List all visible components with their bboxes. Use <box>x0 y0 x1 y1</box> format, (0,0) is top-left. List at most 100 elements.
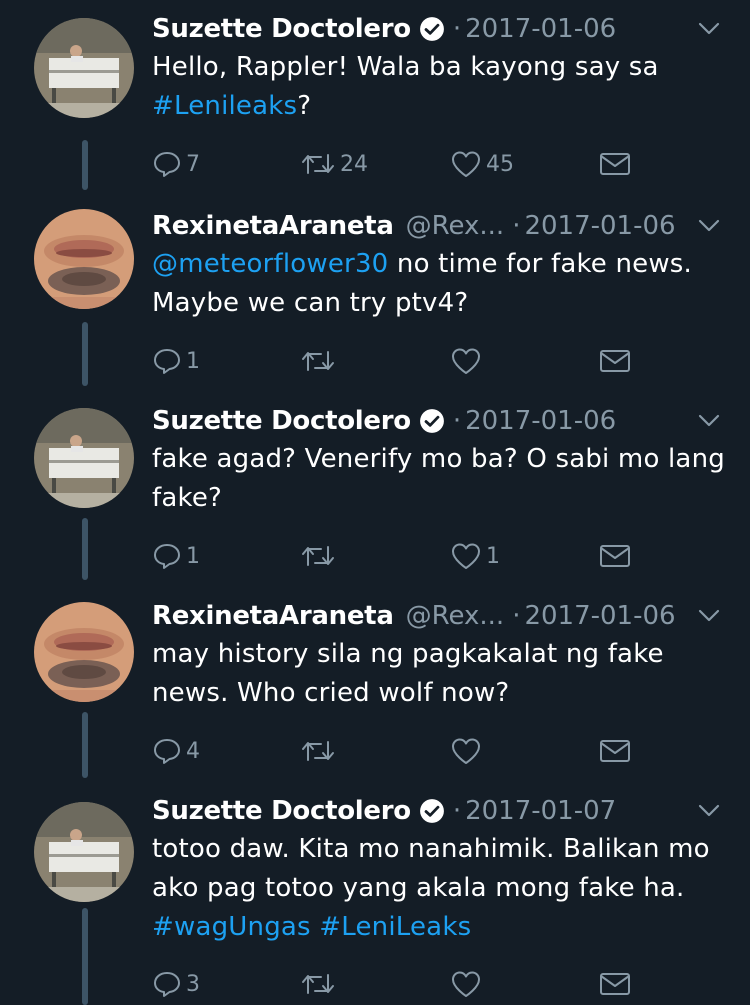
thread-line <box>82 712 88 778</box>
direct-message-button[interactable] <box>598 146 632 182</box>
tweet-header: RexinetaAraneta @Rex... · 2017-01-06 <box>152 207 730 245</box>
envelope-icon <box>600 740 630 762</box>
avatar[interactable] <box>34 602 134 702</box>
envelope-icon <box>600 350 630 372</box>
chevron-down-icon[interactable] <box>698 414 720 428</box>
separator: · <box>512 601 521 631</box>
hashtag-link[interactable]: #Lenileaks <box>152 91 297 121</box>
tweet-header: RexinetaAraneta @Rex... · 2017-01-06 <box>152 597 730 635</box>
direct-message-button[interactable] <box>598 733 632 769</box>
like-count: 1 <box>486 543 500 569</box>
reply-icon <box>154 152 180 177</box>
tweet-actions: 3 <box>152 966 652 1002</box>
tweet-date[interactable]: 2017-01-06 <box>524 211 675 241</box>
like-button[interactable] <box>450 343 486 379</box>
retweet-icon <box>302 351 334 371</box>
avatar[interactable] <box>34 18 134 118</box>
direct-message-button[interactable] <box>598 343 632 379</box>
retweet-icon <box>302 546 334 566</box>
heart-icon <box>452 738 480 764</box>
text-segment: totoo daw. Kita mo nanahimik. Balikan mo… <box>152 834 719 903</box>
reply-button[interactable]: 7 <box>152 146 200 182</box>
heart-icon <box>452 151 480 177</box>
reply-count: 1 <box>186 348 200 374</box>
chevron-down-icon[interactable] <box>698 22 720 36</box>
retweet-button[interactable] <box>300 538 340 574</box>
retweet-icon <box>302 741 334 761</box>
like-button[interactable] <box>450 966 486 1002</box>
tweet-date[interactable]: 2017-01-06 <box>465 14 616 44</box>
tweet-text: totoo daw. Kita mo nanahimik. Balikan mo… <box>152 830 727 947</box>
reply-icon <box>154 349 180 374</box>
text-segment: ? <box>297 91 312 121</box>
tweet-actions: 4 <box>152 733 652 769</box>
text-segment: fake agad? Venerify mo ba? O sabi mo lan… <box>152 444 725 513</box>
retweet-button[interactable] <box>300 733 340 769</box>
avatar[interactable] <box>34 209 134 309</box>
author-name[interactable]: RexinetaAraneta <box>152 601 394 631</box>
chevron-down-icon[interactable] <box>698 219 720 233</box>
verified-badge-icon <box>419 16 445 42</box>
thread-line <box>82 322 88 386</box>
thread-line <box>82 518 88 580</box>
thread-line <box>82 140 88 190</box>
like-count: 45 <box>486 151 514 177</box>
author-handle[interactable]: @Rex... <box>406 601 505 631</box>
direct-message-button[interactable] <box>598 966 632 1002</box>
reply-button[interactable]: 1 <box>152 343 200 379</box>
author-handle[interactable]: @Rex... <box>406 211 505 241</box>
author-name[interactable]: Suzette Doctolero <box>152 14 411 44</box>
tweet-text: fake agad? Venerify mo ba? O sabi mo lan… <box>152 440 727 518</box>
tweet-actions: 7 24 45 <box>152 146 652 182</box>
separator: · <box>452 14 462 44</box>
tweet-header: Suzette Doctolero · 2017-01-06 <box>152 10 730 48</box>
text-segment <box>311 912 319 942</box>
separator: · <box>452 406 462 436</box>
retweet-icon <box>302 154 334 174</box>
heart-icon <box>452 348 480 374</box>
author-name[interactable]: Suzette Doctolero <box>152 406 411 436</box>
avatar[interactable] <box>34 408 134 508</box>
reply-count: 3 <box>186 971 200 997</box>
like-button[interactable] <box>450 733 486 769</box>
avatar[interactable] <box>34 802 134 902</box>
like-button[interactable]: 45 <box>450 146 514 182</box>
separator: · <box>452 796 462 826</box>
mention-link[interactable]: @meteorflower30 <box>152 249 388 279</box>
reply-icon <box>154 544 180 569</box>
retweet-button[interactable] <box>300 966 340 1002</box>
hashtag-link[interactable]: #LeniLeaks <box>319 912 471 942</box>
tweet-date[interactable]: 2017-01-06 <box>465 406 616 436</box>
hashtag-link[interactable]: #wagUngas <box>152 912 311 942</box>
reply-button[interactable]: 3 <box>152 966 200 1002</box>
envelope-icon <box>600 973 630 995</box>
separator: · <box>512 211 521 241</box>
author-name[interactable]: Suzette Doctolero <box>152 796 411 826</box>
text-segment: Hello, Rappler! Wala ba kayong say sa <box>152 52 659 82</box>
tweet-actions: 1 <box>152 343 652 379</box>
heart-icon <box>452 971 480 997</box>
envelope-icon <box>600 153 630 175</box>
tweet-header: Suzette Doctolero · 2017-01-07 <box>152 792 730 830</box>
tweet-text: Hello, Rappler! Wala ba kayong say sa #L… <box>152 48 727 126</box>
tweet-date[interactable]: 2017-01-07 <box>465 796 616 826</box>
tweet-header: Suzette Doctolero · 2017-01-06 <box>152 402 730 440</box>
reply-button[interactable]: 1 <box>152 538 200 574</box>
retweet-count: 24 <box>340 151 368 177</box>
tweet-date[interactable]: 2017-01-06 <box>524 601 675 631</box>
tweet-actions: 1 1 <box>152 538 652 574</box>
author-name[interactable]: RexinetaAraneta <box>152 211 394 241</box>
reply-button[interactable]: 4 <box>152 733 200 769</box>
retweet-button[interactable]: 24 <box>300 146 368 182</box>
thread-line <box>82 908 88 1005</box>
tweet-text: @meteorflower30 no time for fake news. M… <box>152 245 727 323</box>
chevron-down-icon[interactable] <box>698 804 720 818</box>
retweet-button[interactable] <box>300 343 340 379</box>
reply-icon <box>154 739 180 764</box>
chevron-down-icon[interactable] <box>698 609 720 623</box>
text-segment: may history sila ng pagkakalat ng fake n… <box>152 639 664 708</box>
reply-count: 1 <box>186 543 200 569</box>
like-button[interactable]: 1 <box>450 538 500 574</box>
direct-message-button[interactable] <box>598 538 632 574</box>
reply-count: 7 <box>186 151 200 177</box>
